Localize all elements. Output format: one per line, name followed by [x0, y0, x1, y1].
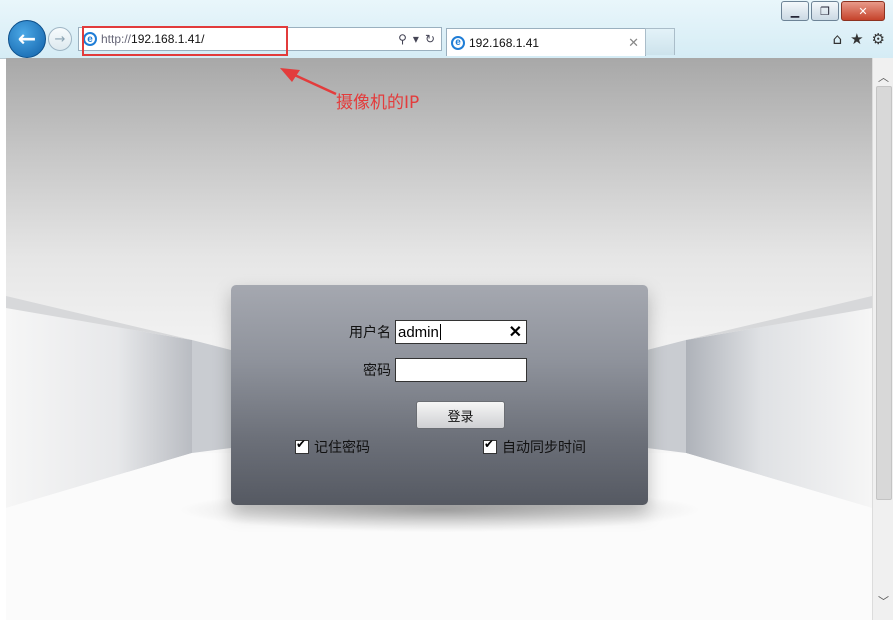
password-label: 密码: [363, 363, 391, 379]
toolbar-icons: ⌂ ★ ⚙: [833, 30, 885, 48]
annotation-arrow-icon: [280, 68, 337, 96]
tab-active[interactable]: e 192.168.1.41 ✕: [446, 28, 646, 56]
favorites-star-icon[interactable]: ★: [850, 30, 863, 48]
vertical-scrollbar[interactable]: ︿ ﹀: [872, 58, 893, 620]
login-panel: 用户名 admin ✕ 密码 登录 记住密码 自动同步时间: [231, 285, 648, 505]
tab-title: 192.168.1.41: [469, 35, 540, 50]
sync-checkbox-box[interactable]: [483, 437, 497, 454]
login-button[interactable]: 登录: [416, 401, 505, 429]
home-icon[interactable]: ⌂: [833, 30, 843, 48]
page-viewport: 用户名 admin ✕ 密码 登录 记住密码 自动同步时间: [6, 58, 872, 620]
dropdown-icon[interactable]: ▾: [413, 32, 419, 46]
new-tab-button[interactable]: [645, 28, 675, 55]
minimize-button[interactable]: ▁: [781, 1, 809, 21]
password-input[interactable]: [395, 358, 527, 382]
scroll-down-icon[interactable]: ﹀: [873, 592, 893, 610]
forward-arrow-icon: →: [54, 31, 66, 47]
remember-password-checkbox[interactable]: 记住密码: [295, 437, 370, 457]
annotation-label: 摄像机的IP: [336, 93, 420, 113]
back-arrow-icon: ←: [17, 26, 37, 52]
auto-sync-time-label: 自动同步时间: [502, 440, 586, 456]
remember-checkbox-box[interactable]: [295, 437, 309, 454]
clear-input-icon[interactable]: ✕: [509, 322, 522, 342]
tab-close-icon[interactable]: ✕: [628, 35, 639, 51]
text-cursor: [439, 324, 441, 340]
back-button[interactable]: ←: [8, 20, 46, 58]
restore-button[interactable]: ❐: [811, 1, 839, 21]
close-window-button[interactable]: ✕: [841, 1, 885, 21]
scrollbar-thumb[interactable]: [876, 86, 892, 500]
username-label: 用户名: [349, 325, 391, 341]
scroll-up-icon[interactable]: ︿: [873, 68, 893, 86]
username-value: admin: [398, 323, 439, 341]
forward-button[interactable]: →: [48, 27, 72, 51]
tab-ie-favicon-icon: e: [451, 35, 465, 50]
username-input[interactable]: admin ✕: [395, 320, 527, 344]
auto-sync-time-checkbox[interactable]: 自动同步时间: [483, 437, 586, 457]
username-row: 用户名 admin ✕: [331, 320, 527, 344]
remember-password-label: 记住密码: [314, 440, 370, 456]
password-row: 密码: [331, 358, 527, 382]
address-highlight-box: [82, 26, 288, 56]
search-icon[interactable]: ⚲: [398, 32, 407, 46]
refresh-icon[interactable]: ↻: [425, 32, 435, 46]
settings-gear-icon[interactable]: ⚙: [872, 30, 885, 48]
window-controls: ▁ ❐ ✕: [781, 1, 885, 21]
